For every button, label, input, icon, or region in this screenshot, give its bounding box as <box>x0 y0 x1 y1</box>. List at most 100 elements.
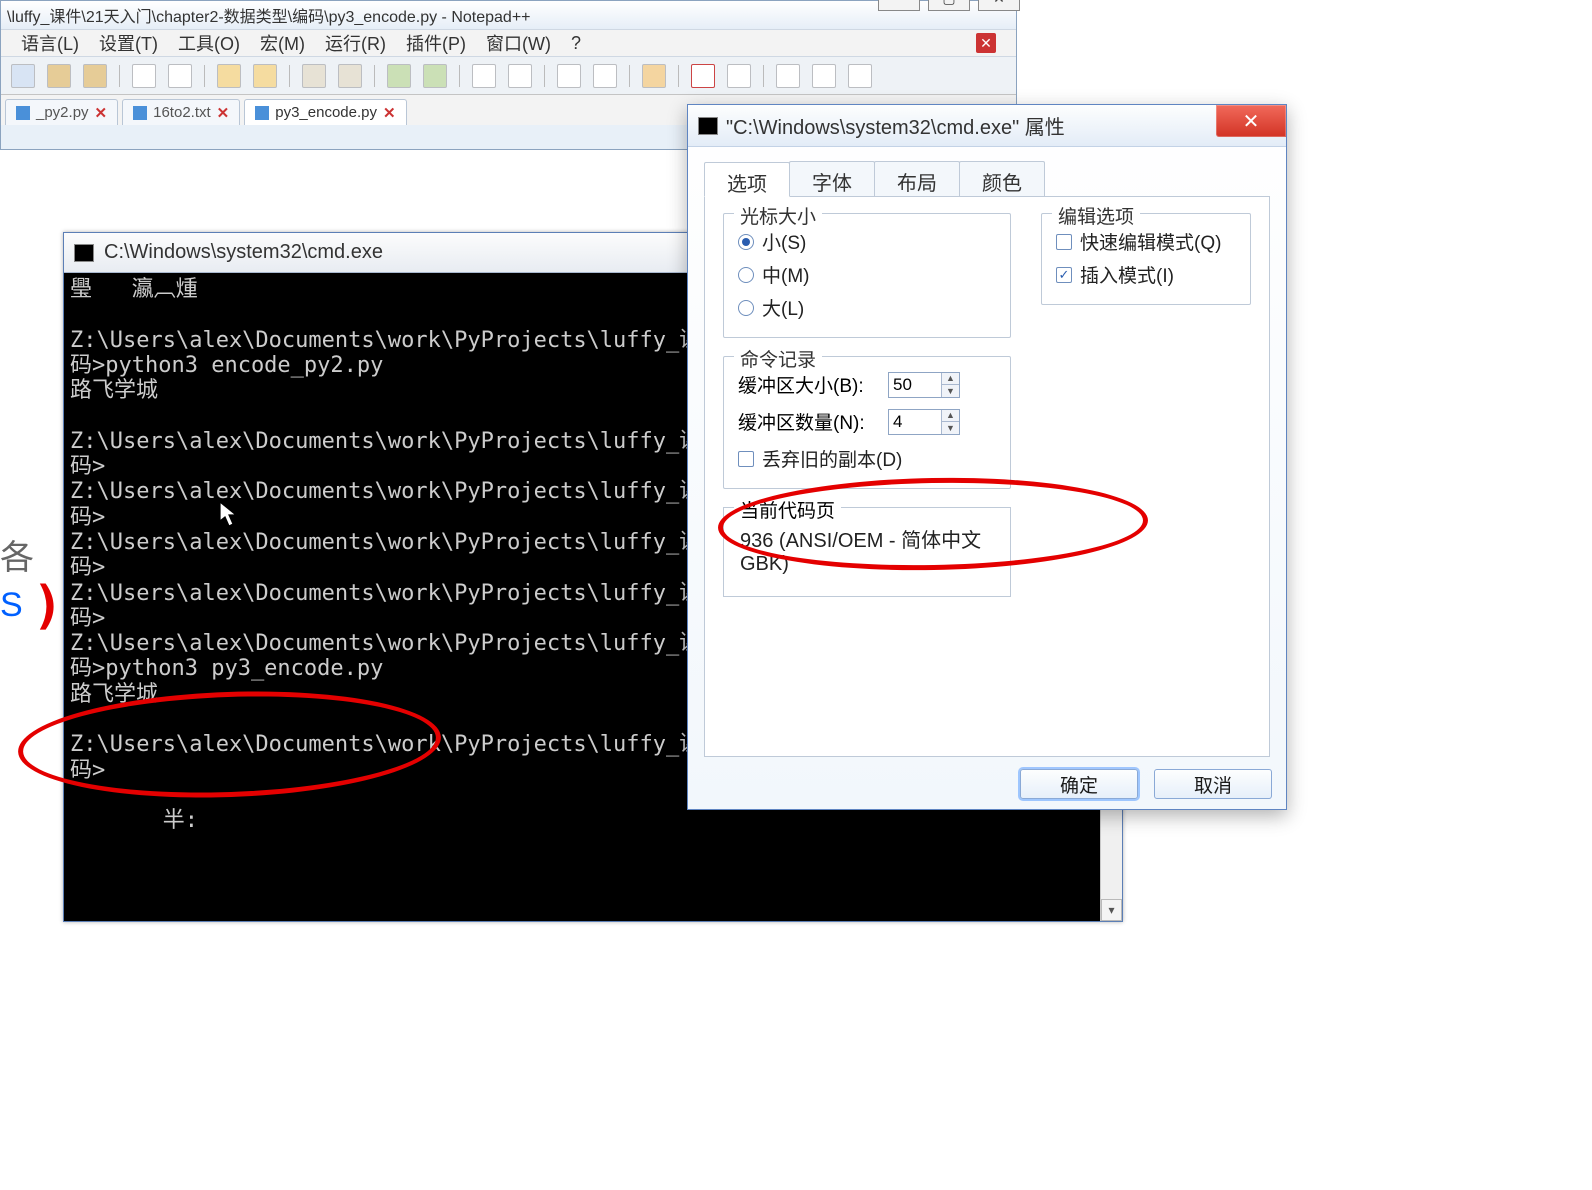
toolbar-play-icon[interactable] <box>776 64 800 88</box>
editor-tab[interactable]: _py2.py ✕ <box>5 99 118 125</box>
menubar-close-icon[interactable]: ✕ <box>976 33 996 53</box>
command-history-group: 命令记录 缓冲区大小(B): ▲▼ 缓冲区数量(N): ▲▼ <box>723 356 1011 489</box>
editor-tab-active[interactable]: py3_encode.py ✕ <box>244 99 406 125</box>
file-icon <box>16 106 30 120</box>
toolbar-icon[interactable] <box>472 64 496 88</box>
checkbox-icon[interactable] <box>1056 267 1072 283</box>
toolbar-record-icon[interactable] <box>691 64 715 88</box>
spin-up-icon[interactable]: ▲ <box>942 410 959 423</box>
menu-tools[interactable]: 工具(O) <box>178 30 240 56</box>
toolbar-separator <box>763 65 764 87</box>
tab-colors[interactable]: 颜色 <box>959 161 1045 196</box>
group-legend: 光标大小 <box>734 202 822 229</box>
toolbar-separator <box>289 65 290 87</box>
toolbar-icon[interactable] <box>168 64 192 88</box>
notepadpp-titlebar[interactable]: \luffy_课件\21天入门\chapter2-数据类型\编码\py3_enc… <box>1 1 1016 29</box>
cursor-size-small-row[interactable]: 小(S) <box>738 228 996 255</box>
cmd-title-text: C:\Windows\system32\cmd.exe <box>104 241 383 264</box>
cursor-size-group: 光标大小 小(S) 中(M) 大(L) <box>723 213 1011 338</box>
buffer-count-input[interactable] <box>889 410 941 434</box>
toolbar-separator <box>459 65 460 87</box>
ok-button[interactable]: 确定 <box>1020 769 1138 799</box>
buffer-size-spinner[interactable]: ▲▼ <box>888 372 960 398</box>
notepadpp-title-text: \luffy_课件\21天入门\chapter2-数据类型\编码\py3_enc… <box>7 3 1010 27</box>
toolbar-icon[interactable] <box>727 64 751 88</box>
buffer-count-spinner[interactable]: ▲▼ <box>888 409 960 435</box>
toolbar-icon[interactable] <box>253 64 277 88</box>
tab-layout[interactable]: 布局 <box>874 161 960 196</box>
buffer-size-input[interactable] <box>889 373 941 397</box>
cursor-size-large-row[interactable]: 大(L) <box>738 294 996 321</box>
tab-label: _py2.py <box>36 104 89 121</box>
toolbar-icon[interactable] <box>508 64 532 88</box>
toolbar-fastfwd-icon[interactable] <box>812 64 836 88</box>
file-icon <box>255 106 269 120</box>
checkbox-icon[interactable] <box>1056 234 1072 250</box>
toolbar-icon[interactable] <box>11 64 35 88</box>
toolbar-icon[interactable] <box>47 64 71 88</box>
toolbar-icon[interactable] <box>387 64 411 88</box>
notepadpp-menubar: 语言(L) 设置(T) 工具(O) 宏(M) 运行(R) 插件(P) 窗口(W)… <box>1 29 1016 57</box>
tab-close-icon[interactable]: ✕ <box>383 104 396 122</box>
toolbar-icon[interactable] <box>83 64 107 88</box>
cmd-icon <box>698 117 718 135</box>
properties-title-text: "C:\Windows\system32\cmd.exe" 属性 <box>726 111 1065 140</box>
editor-text-fragment: S <box>0 586 23 625</box>
insert-mode-row[interactable]: 插入模式(I) <box>1056 261 1236 288</box>
cursor-size-medium-row[interactable]: 中(M) <box>738 261 996 288</box>
toolbar-icon[interactable] <box>302 64 326 88</box>
radio-icon[interactable] <box>738 267 754 283</box>
codepage-value: 936 (ANSI/OEM - 简体中文 GBK) <box>738 518 996 582</box>
dialog-close-button[interactable]: ✕ <box>1216 105 1286 137</box>
editor-paren-fragment: ) <box>32 576 63 636</box>
tab-close-icon[interactable]: ✕ <box>217 104 230 122</box>
editor-tab[interactable]: 16to2.txt ✕ <box>122 99 240 125</box>
radio-icon[interactable] <box>738 234 754 250</box>
toolbar-separator <box>544 65 545 87</box>
menu-settings[interactable]: 设置(T) <box>99 30 158 56</box>
menu-plugins[interactable]: 插件(P) <box>406 30 466 56</box>
tab-label: py3_encode.py <box>275 104 377 121</box>
toolbar-icon[interactable] <box>132 64 156 88</box>
tab-close-icon[interactable]: ✕ <box>95 104 108 122</box>
spin-up-icon[interactable]: ▲ <box>942 373 959 386</box>
menu-help[interactable]: ? <box>571 33 581 54</box>
menu-language[interactable]: 语言(L) <box>21 30 79 56</box>
radio-label: 中(M) <box>762 261 809 288</box>
group-legend: 命令记录 <box>734 345 822 372</box>
edit-options-group: 编辑选项 快速编辑模式(Q) 插入模式(I) <box>1041 213 1251 305</box>
tab-options[interactable]: 选项 <box>704 162 790 197</box>
codepage-group: 当前代码页 936 (ANSI/OEM - 简体中文 GBK) <box>723 507 1011 597</box>
buffer-count-label: 缓冲区数量(N): <box>738 408 878 435</box>
toolbar-icon[interactable] <box>642 64 666 88</box>
checkbox-label: 丢弃旧的副本(D) <box>762 445 902 472</box>
cancel-button[interactable]: 取消 <box>1154 769 1272 799</box>
quick-edit-row[interactable]: 快速编辑模式(Q) <box>1056 228 1236 255</box>
spin-down-icon[interactable]: ▼ <box>942 422 959 434</box>
toolbar-icon[interactable] <box>557 64 581 88</box>
minimize-button[interactable]: — <box>878 0 920 11</box>
toolbar-icon[interactable] <box>423 64 447 88</box>
properties-titlebar[interactable]: "C:\Windows\system32\cmd.exe" 属性 <box>688 105 1286 147</box>
properties-tabstrip: 选项 字体 布局 颜色 <box>704 161 1270 197</box>
file-icon <box>133 106 147 120</box>
spin-down-icon[interactable]: ▼ <box>942 385 959 397</box>
toolbar-icon[interactable] <box>217 64 241 88</box>
toolbar-separator <box>119 65 120 87</box>
group-legend: 编辑选项 <box>1052 202 1140 229</box>
toolbar-separator <box>629 65 630 87</box>
toolbar-icon[interactable] <box>338 64 362 88</box>
discard-old-row[interactable]: 丢弃旧的副本(D) <box>738 445 996 472</box>
menu-window[interactable]: 窗口(W) <box>486 30 551 56</box>
toolbar-icon[interactable] <box>593 64 617 88</box>
menu-run[interactable]: 运行(R) <box>325 30 386 56</box>
menu-macro[interactable]: 宏(M) <box>260 30 305 56</box>
toolbar-separator <box>678 65 679 87</box>
toolbar-icon[interactable] <box>848 64 872 88</box>
maximize-button[interactable]: ▢ <box>928 0 970 11</box>
radio-icon[interactable] <box>738 300 754 316</box>
scroll-down-button[interactable]: ▾ <box>1101 899 1122 921</box>
tab-font[interactable]: 字体 <box>789 161 875 196</box>
close-button[interactable]: ✕ <box>978 0 1020 11</box>
checkbox-icon[interactable] <box>738 451 754 467</box>
